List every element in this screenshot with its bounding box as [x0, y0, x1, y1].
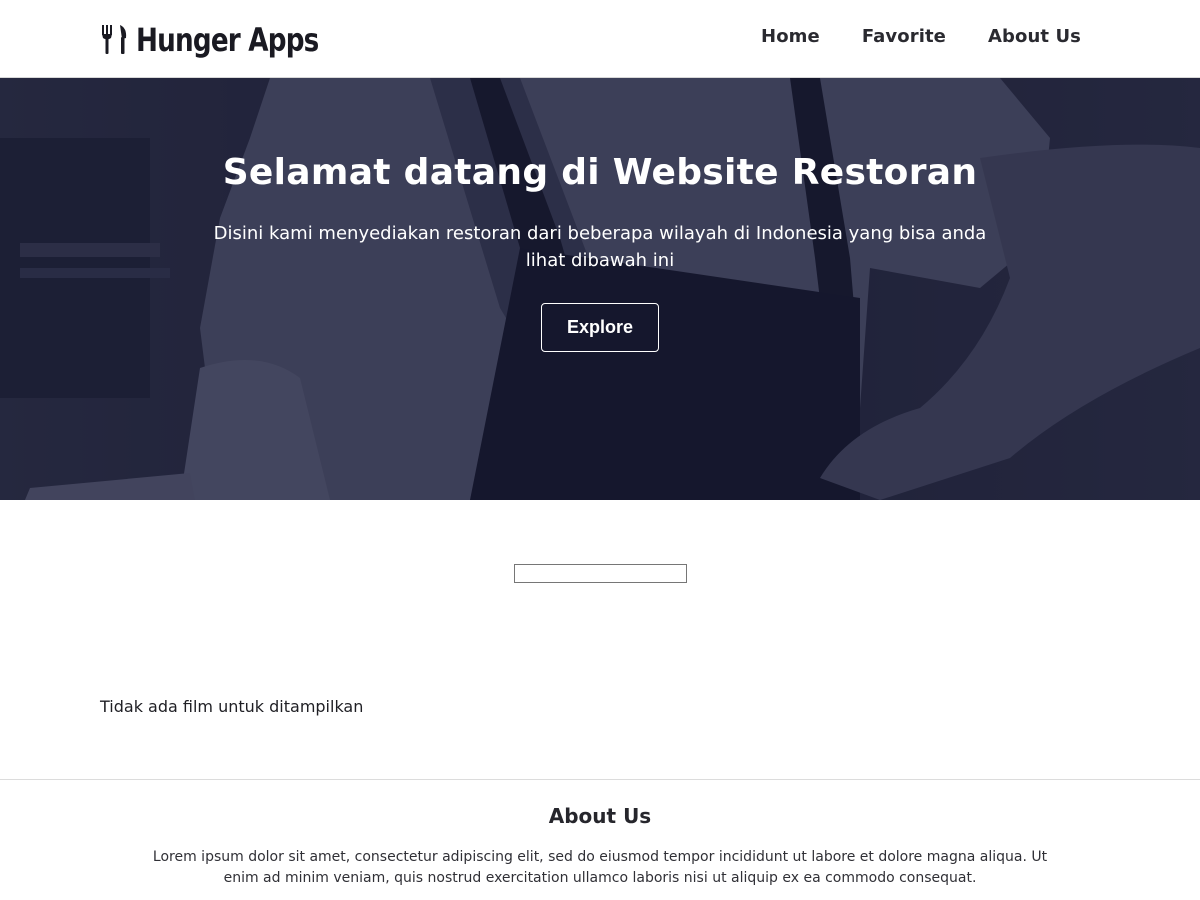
brand-logo[interactable]: Hunger Apps	[100, 20, 359, 60]
search-input[interactable]	[514, 564, 687, 583]
navbar: Hunger Apps Home Favorite About Us	[0, 0, 1200, 78]
footer-description: Lorem ipsum dolor sit amet, consectetur …	[152, 849, 1048, 886]
nav-home-link[interactable]: Home	[761, 26, 820, 47]
hero-content: Selamat datang di Website Restoran Disin…	[0, 78, 1200, 500]
hero-banner: Selamat datang di Website Restoran Disin…	[0, 78, 1200, 500]
explore-button[interactable]: Explore	[541, 303, 659, 352]
nav-about-link[interactable]: About Us	[988, 26, 1081, 47]
brand-name: Hunger Apps	[136, 21, 319, 59]
hero-subtitle: Disini kami menyediakan restoran dari be…	[213, 223, 987, 271]
empty-list-message: Tidak ada film untuk ditampilkan	[100, 697, 364, 716]
hero-title: Selamat datang di Website Restoran	[222, 152, 978, 193]
fork-knife-icon	[102, 25, 127, 54]
footer-title: About Us	[548, 804, 652, 828]
main-nav: Home Favorite About Us	[761, 26, 1081, 47]
nav-favorite-link[interactable]: Favorite	[862, 26, 946, 47]
footer: About Us Lorem ipsum dolor sit amet, con…	[0, 779, 1200, 900]
